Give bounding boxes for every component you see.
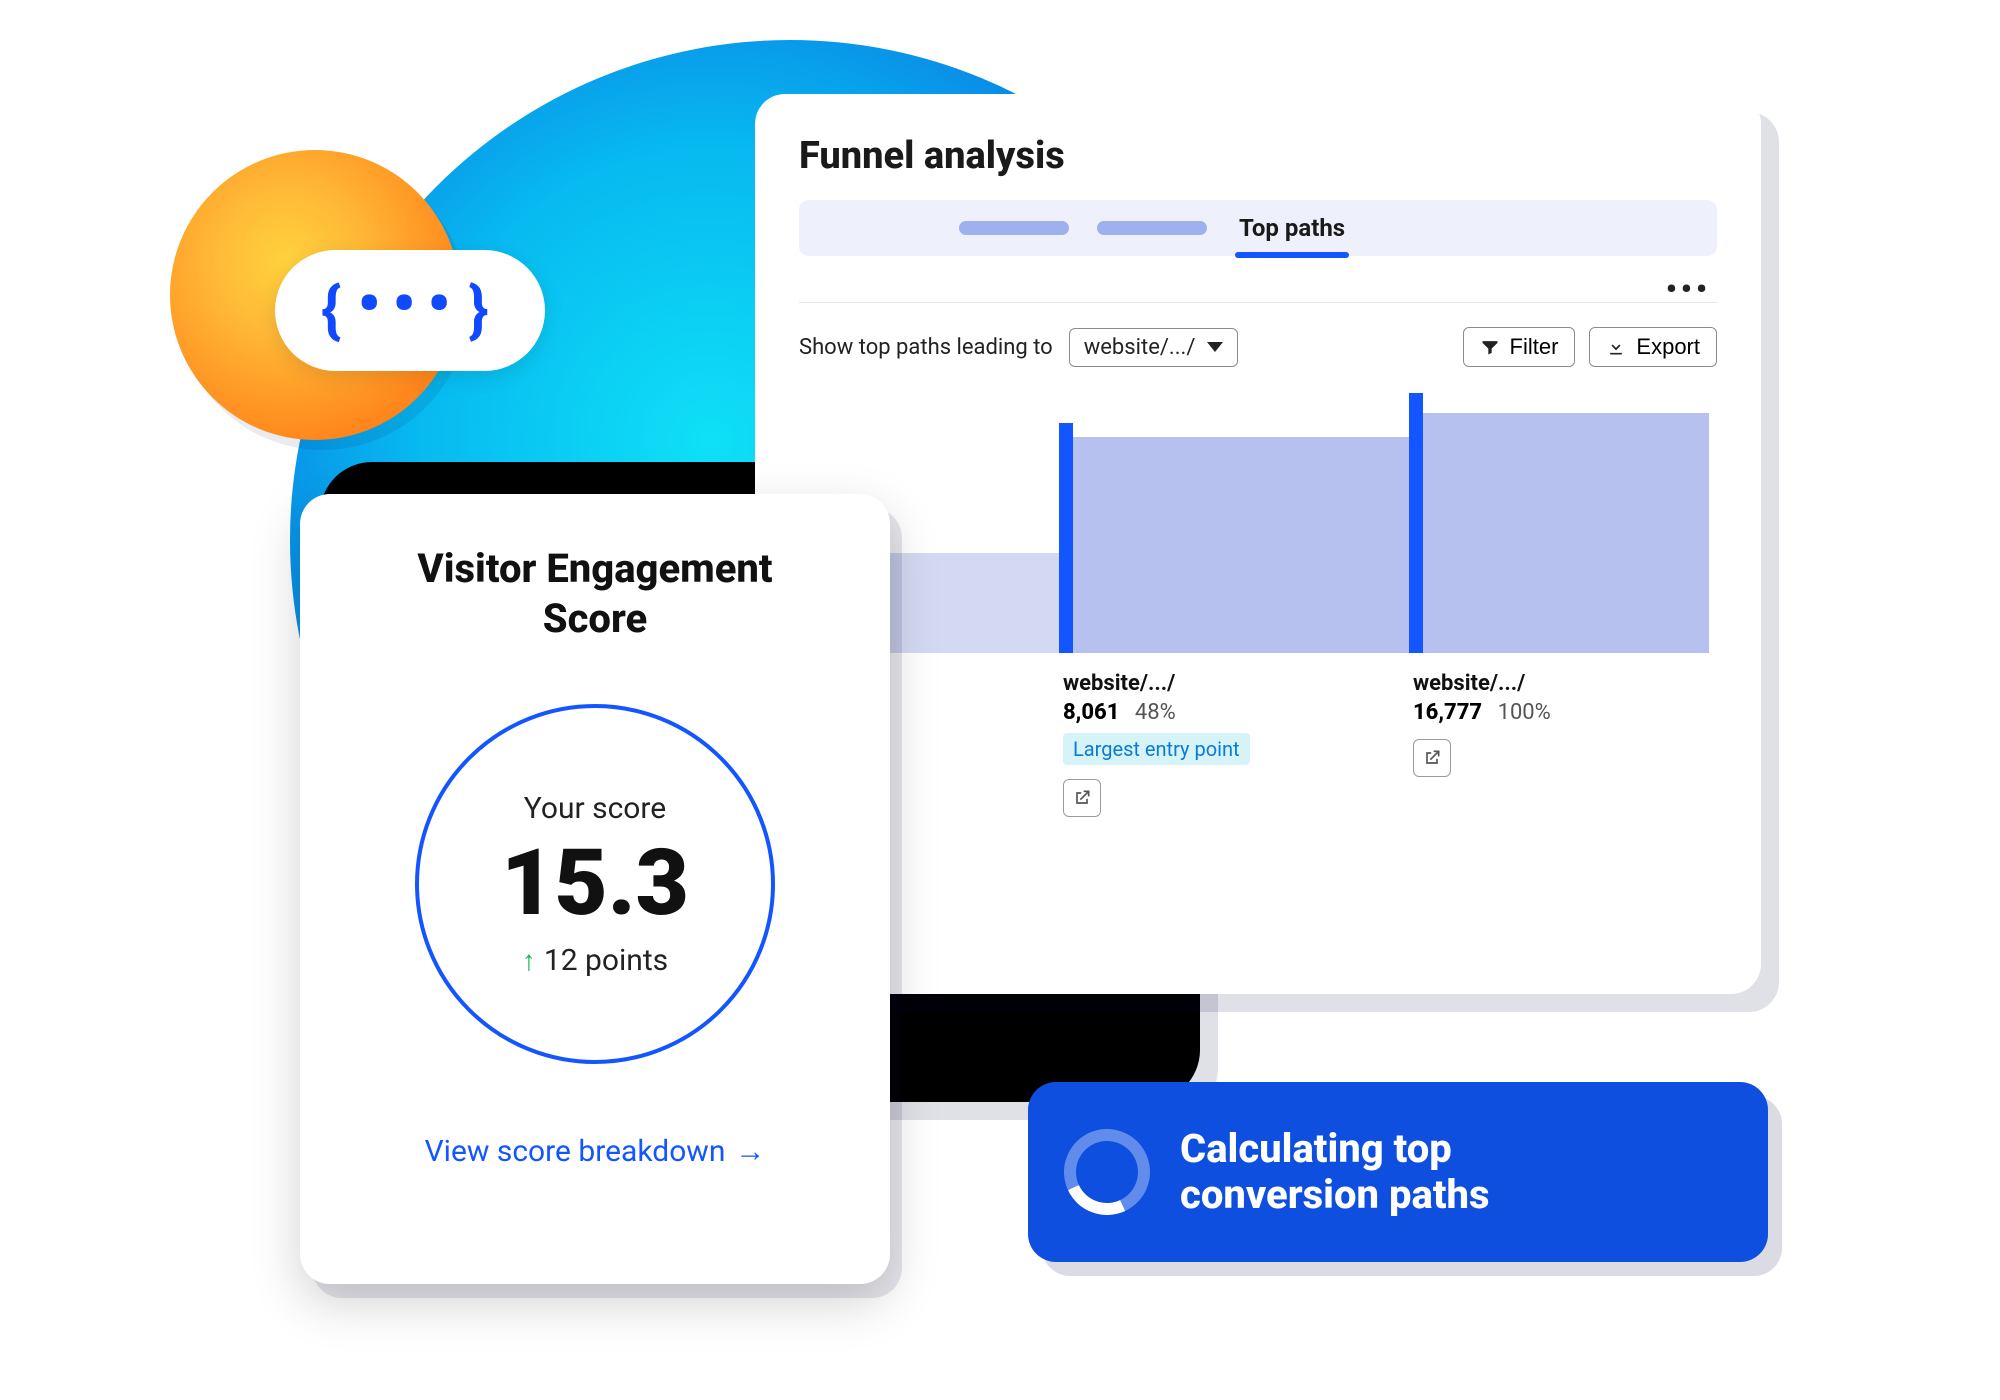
stage-percent: 100% bbox=[1498, 700, 1551, 725]
tab-top-paths[interactable]: Top paths bbox=[1235, 200, 1349, 256]
score-value: 15.3 bbox=[501, 830, 689, 937]
funnel-tabbar: Top paths bbox=[799, 200, 1717, 256]
ellipsis-icon: ••• bbox=[357, 268, 462, 341]
funnel-analysis-card: Funnel analysis Top paths ••• Show top p… bbox=[755, 94, 1761, 994]
stage-count: 16,777 bbox=[1413, 700, 1482, 725]
score-label: Your score bbox=[524, 791, 666, 826]
export-button[interactable]: Export bbox=[1589, 327, 1717, 367]
view-breakdown-link[interactable]: View score breakdown → bbox=[425, 1134, 766, 1169]
brace-close-icon: } bbox=[468, 274, 498, 347]
funnel-chart: rs website/.../ 8,061 48% Largest entry … bbox=[799, 393, 1717, 893]
score-ring: Your score 15.3 ↑ 12 points bbox=[415, 704, 775, 1064]
stage-path: website/.../ bbox=[1413, 671, 1709, 696]
chevron-down-icon bbox=[1207, 342, 1223, 352]
score-title: Visitor Engagement Score bbox=[340, 544, 850, 644]
calculating-banner: Calculating top conversion paths bbox=[1028, 1082, 1768, 1262]
lead-label: Show top paths leading to bbox=[799, 335, 1053, 360]
funnel-controls: Show top paths leading to website/.../ F… bbox=[799, 327, 1717, 367]
tab-placeholder[interactable] bbox=[959, 221, 1069, 235]
external-link-icon bbox=[1072, 788, 1092, 808]
score-delta: ↑ 12 points bbox=[522, 943, 668, 978]
more-menu-icon[interactable]: ••• bbox=[1666, 272, 1711, 307]
stage-count: 8,061 bbox=[1063, 700, 1119, 725]
funnel-stage: website/.../ 16,777 100% bbox=[1409, 393, 1709, 893]
dropdown-value: website/.../ bbox=[1084, 335, 1196, 360]
open-external-button[interactable] bbox=[1063, 779, 1101, 817]
filter-label: Filter bbox=[1510, 334, 1559, 360]
tab-placeholder[interactable] bbox=[1097, 221, 1207, 235]
path-dropdown[interactable]: website/.../ bbox=[1069, 328, 1239, 367]
calculating-text: Calculating top conversion paths bbox=[1180, 1126, 1490, 1218]
filter-icon bbox=[1480, 337, 1500, 357]
brace-open-icon: { bbox=[321, 274, 351, 347]
stage-path: website/.../ bbox=[1063, 671, 1409, 696]
funnel-title: Funnel analysis bbox=[799, 134, 1717, 178]
arrow-right-icon: → bbox=[735, 1134, 765, 1169]
spinner-icon bbox=[1052, 1117, 1162, 1227]
divider bbox=[799, 302, 1717, 303]
download-icon bbox=[1606, 337, 1626, 357]
open-external-button[interactable] bbox=[1413, 739, 1451, 777]
external-link-icon bbox=[1422, 748, 1442, 768]
stage-percent: 48% bbox=[1135, 700, 1176, 725]
largest-entry-tag: Largest entry point bbox=[1063, 733, 1250, 765]
funnel-stage: website/.../ 8,061 48% Largest entry poi… bbox=[1059, 393, 1409, 893]
export-label: Export bbox=[1636, 334, 1700, 360]
engagement-score-card: Visitor Engagement Score Your score 15.3… bbox=[300, 494, 890, 1284]
arrow-up-icon: ↑ bbox=[522, 944, 536, 977]
filter-button[interactable]: Filter bbox=[1463, 327, 1576, 367]
code-braces-bubble: { ••• } bbox=[275, 250, 545, 371]
